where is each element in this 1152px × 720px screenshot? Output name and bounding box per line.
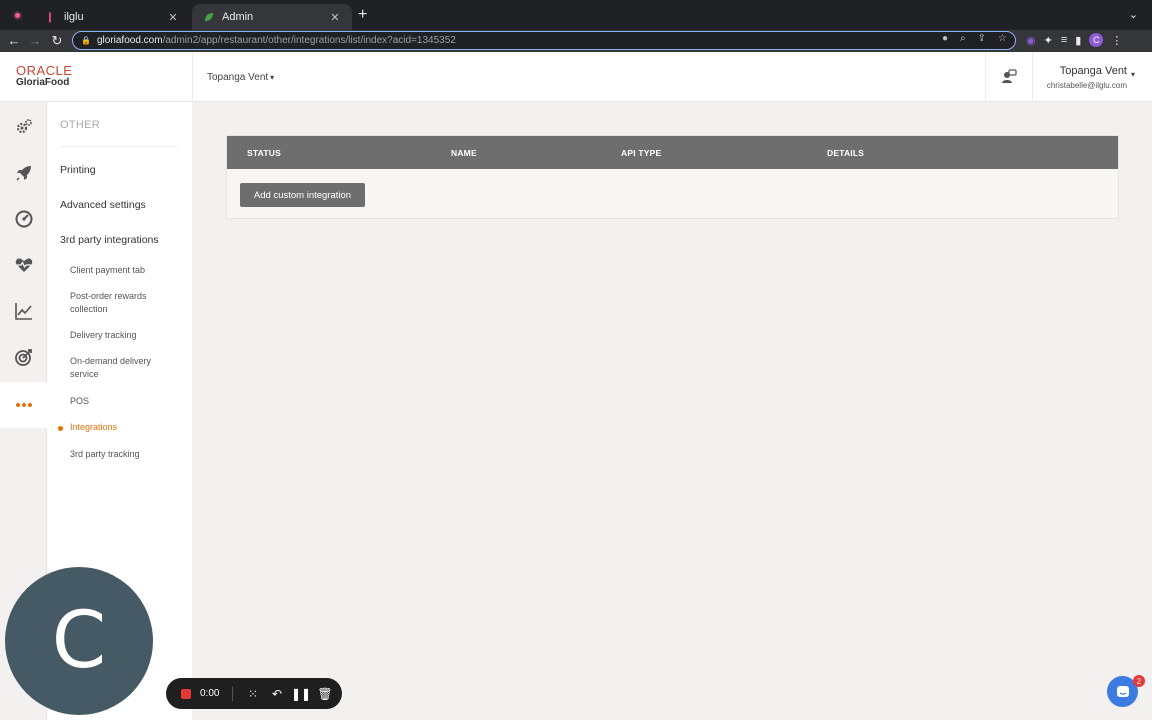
tab-title: ilglu — [64, 11, 84, 23]
rail-dashboard[interactable] — [0, 196, 47, 242]
tab-close-icon[interactable]: ✕ — [328, 11, 342, 24]
puzzle-extensions-icon[interactable]: ✦ — [1044, 34, 1053, 47]
back-arrow-icon[interactable]: ← — [6, 33, 22, 49]
rail-other[interactable] — [0, 382, 47, 428]
rail-health[interactable] — [0, 242, 47, 288]
tab-title: Admin — [222, 11, 254, 23]
new-tab-button[interactable]: + — [358, 7, 367, 23]
active-indicator-dot — [58, 426, 63, 431]
heart-pulse-icon — [15, 258, 32, 272]
url-host: gloriafood.com — [96, 35, 163, 46]
chat-bubble-icon — [1116, 685, 1129, 697]
support-person-icon[interactable] — [1001, 68, 1017, 84]
reading-list-icon[interactable]: ≡ — [1061, 34, 1067, 46]
browser-toolbar: ← → ↻ 🔒 gloriafood.com/admin2/app/restau… — [0, 30, 1152, 52]
divider — [232, 686, 233, 701]
address-bar[interactable]: 🔒 gloriafood.com/admin2/app/restaurant/o… — [72, 31, 1016, 50]
grid-dots-icon[interactable]: ⁙ — [241, 687, 265, 701]
column-details: DETAILS — [827, 148, 865, 158]
account-caret-icon[interactable]: ▾ — [1131, 70, 1135, 79]
forward-arrow-icon[interactable]: → — [27, 33, 43, 49]
undo-icon[interactable]: ↶ — [265, 687, 289, 701]
extension-icon[interactable]: ◉ — [1026, 34, 1036, 47]
reload-icon[interactable]: ↻ — [49, 33, 65, 49]
trash-icon[interactable]: 🗑 — [313, 687, 337, 701]
microphone-icon[interactable]: ● — [942, 33, 948, 44]
rail-marketing[interactable] — [0, 150, 47, 196]
sub-item-post-order-rewards[interactable]: Post-order rewards collection — [70, 290, 180, 316]
target-icon — [14, 349, 32, 366]
section-title: OTHER — [60, 119, 100, 131]
stop-recording-icon[interactable] — [181, 688, 191, 699]
gauge-icon — [15, 210, 32, 228]
recording-controls: 0:00 ⁙ ↶ ❚❚ 🗑 — [166, 678, 342, 709]
side-panel-icon[interactable]: ▮ — [1075, 34, 1081, 47]
tab-close-icon[interactable]: ✕ — [166, 11, 180, 24]
account-email: christabelle@ilglu.com — [1046, 81, 1127, 90]
url-path: /admin2/app/restaurant/other/integration… — [162, 35, 456, 46]
lock-icon: 🔒 — [81, 36, 91, 45]
sub-item-3rd-party-tracking[interactable]: 3rd party tracking — [70, 448, 180, 461]
rail-reports[interactable] — [0, 288, 47, 334]
extension-area: ◉ ✦ ≡ ▮ C ⋮ — [1026, 33, 1122, 47]
recording-indicator-icon — [13, 11, 22, 20]
rail-setup[interactable] — [0, 104, 47, 150]
chart-line-icon — [14, 303, 32, 320]
sub-item-client-payment-tab[interactable]: Client payment tab — [70, 264, 180, 277]
leaf-favicon-icon — [202, 11, 214, 23]
browser-tab-bar: ❙ ilglu ✕ Admin ✕ + ⌄ — [0, 0, 1152, 30]
browser-menu-icon[interactable]: ⋮ — [1111, 34, 1122, 47]
notification-badge: 2 — [1133, 675, 1145, 687]
caret-down-icon: ▾ — [270, 73, 275, 82]
app-header: ORACLE GloriaFood Topanga Vent ▾ Topanga … — [0, 52, 1152, 102]
oracle-gloriafood-logo[interactable]: ORACLE GloriaFood — [16, 63, 192, 89]
sub-item-delivery-tracking[interactable]: Delivery tracking — [70, 329, 180, 342]
more-dots-icon — [15, 403, 32, 407]
browser-tab-ilglu[interactable]: ❙ ilglu ✕ — [34, 4, 190, 30]
divider — [985, 52, 986, 102]
menu-item-3rd-party-integrations[interactable]: 3rd party integrations — [60, 234, 159, 246]
integrations-panel: STATUS NAME API TYPE DETAILS Add custom … — [226, 135, 1119, 219]
ilglu-favicon-icon: ❙ — [45, 11, 55, 23]
sub-item-on-demand-delivery[interactable]: On-demand delivery service — [70, 355, 180, 381]
sub-item-integrations[interactable]: Integrations — [70, 421, 180, 434]
logo-gloriafood: GloriaFood — [16, 77, 70, 88]
divider — [1032, 52, 1033, 102]
column-api-type: API TYPE — [621, 148, 662, 158]
sub-item-pos[interactable]: POS — [70, 395, 180, 408]
browser-tab-admin[interactable]: Admin ✕ — [192, 4, 352, 30]
tab-search-chevron-icon[interactable]: ⌄ — [1129, 8, 1138, 21]
omnibox-actions: ● ⌕ ⇪ ☆ — [942, 33, 1007, 44]
share-icon[interactable]: ⇪ — [978, 33, 986, 44]
divider — [60, 146, 178, 147]
divider — [192, 52, 193, 102]
add-custom-integration-button[interactable]: Add custom integration — [240, 183, 365, 207]
profile-avatar[interactable]: C — [1089, 33, 1104, 47]
menu-item-advanced-settings[interactable]: Advanced settings — [60, 199, 146, 211]
table-header: STATUS NAME API TYPE DETAILS — [227, 136, 1118, 169]
setup-gears-icon — [16, 119, 32, 134]
column-name: NAME — [451, 148, 477, 158]
account-name[interactable]: Topanga Vent — [1060, 65, 1127, 77]
column-status: STATUS — [247, 148, 281, 158]
logo-oracle: ORACLE — [16, 63, 73, 78]
menu-item-printing[interactable]: Printing — [60, 164, 96, 176]
zoom-search-icon[interactable]: ⌕ — [960, 33, 966, 44]
bookmark-star-icon[interactable]: ☆ — [998, 33, 1007, 44]
restaurant-name: Topanga Vent — [207, 72, 269, 83]
pause-icon[interactable]: ❚❚ — [289, 687, 313, 701]
rocket-icon — [15, 166, 31, 181]
recording-timer: 0:00 — [200, 688, 220, 699]
restaurant-selector[interactable]: Topanga Vent ▾ — [207, 72, 274, 83]
webcam-avatar: C — [5, 567, 153, 715]
rail-targets[interactable] — [0, 334, 47, 380]
